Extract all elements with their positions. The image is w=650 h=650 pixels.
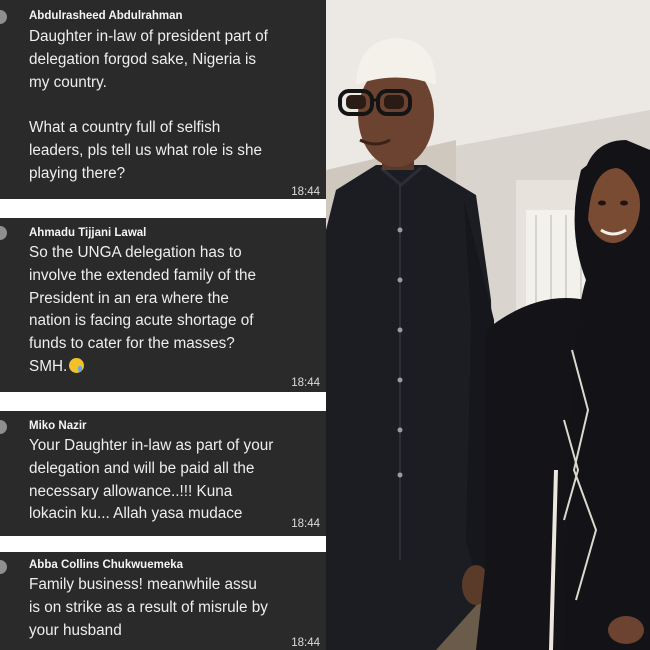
avatar[interactable]	[0, 560, 7, 574]
comment-author[interactable]: Ahmadu Tijjani Lawal	[29, 227, 146, 239]
photo-illustration	[326, 0, 650, 650]
avatar[interactable]	[0, 226, 7, 240]
comment-bubble[interactable]: Miko Nazir Your Daughter in-law as part …	[0, 411, 326, 536]
comment-author[interactable]: Abdulrasheed Abdulrahman	[29, 10, 183, 22]
comment-text: Family business! meanwhile assu is on st…	[29, 576, 268, 639]
comment-bubble[interactable]: Ahmadu Tijjani Lawal So the UNGA delegat…	[0, 218, 326, 392]
comment-author[interactable]: Miko Nazir	[29, 420, 87, 432]
comment-thread: Abdulrasheed Abdulrahman Daughter in-law…	[0, 0, 326, 650]
comment-text: So the UNGA delegation has to involve th…	[29, 244, 257, 375]
comment-text: Your Daughter in-law as part of your del…	[29, 437, 274, 523]
comment-text: Daughter in-law of president part of del…	[29, 28, 268, 182]
avatar[interactable]	[0, 420, 7, 434]
avatar[interactable]	[0, 10, 7, 24]
comment-author[interactable]: Abba Collins Chukwuemeka	[29, 559, 183, 571]
comment-time: 18:44	[291, 377, 320, 389]
laughing-crying-emoji-icon	[69, 357, 85, 373]
photo	[326, 0, 650, 650]
comment-time: 18:44	[291, 186, 320, 198]
comment-bubble[interactable]: Abba Collins Chukwuemeka Family business…	[0, 552, 326, 650]
comment-time: 18:44	[291, 518, 320, 530]
comment-bubble[interactable]: Abdulrasheed Abdulrahman Daughter in-law…	[0, 0, 326, 199]
comment-time: 18:44	[291, 637, 320, 649]
